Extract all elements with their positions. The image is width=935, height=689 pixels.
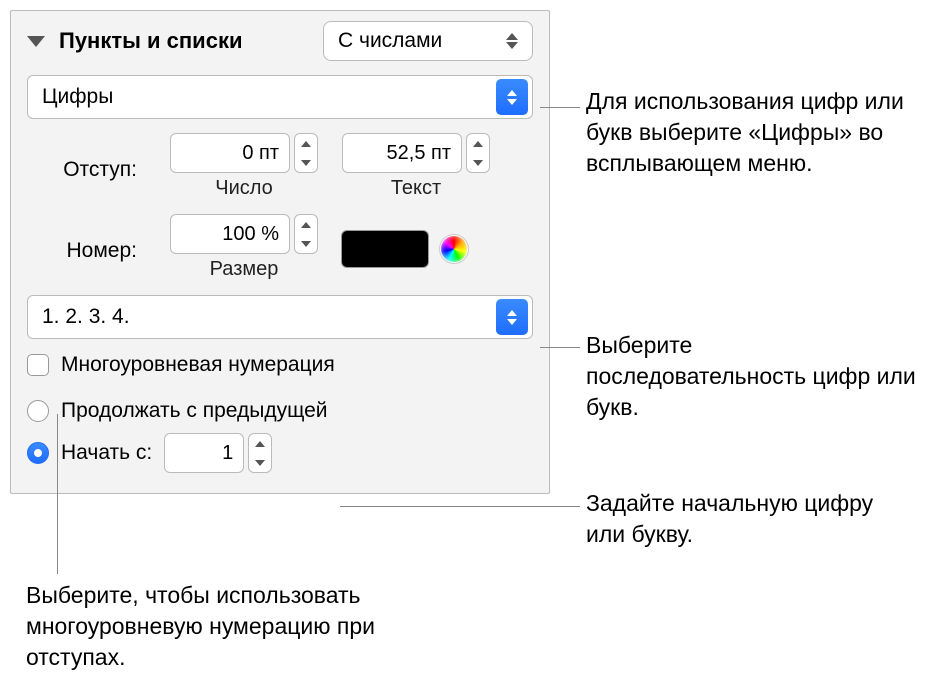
list-type-select[interactable]: С числами (323, 21, 533, 61)
dropdown-icon (496, 79, 528, 115)
number-format-select[interactable]: Цифры (27, 75, 533, 119)
indent-number-input[interactable] (170, 133, 290, 173)
callout-start: Задайте начальную цифру или букву. (586, 488, 916, 550)
collapse-icon[interactable] (27, 36, 45, 47)
number-size-caption: Размер (169, 258, 319, 281)
leader-line (540, 107, 580, 108)
callout-sequence: Выберите последовательность цифр или бук… (586, 330, 916, 423)
updown-icon (506, 33, 518, 49)
indent-label: Отступ: (27, 152, 147, 182)
color-swatch[interactable] (341, 230, 429, 268)
callout-tiered: Выберите, чтобы использовать многоуровне… (26, 580, 426, 673)
number-label: Номер: (27, 233, 147, 263)
indent-text-stepper[interactable] (466, 133, 490, 173)
color-wheel-icon[interactable] (439, 234, 469, 264)
callout-format: Для использования цифр или букв выберите… (586, 86, 916, 179)
indent-text-input[interactable] (342, 133, 462, 173)
continue-radio[interactable] (27, 400, 49, 422)
start-from-label: Начать с: (61, 441, 152, 465)
list-type-value: С числами (338, 29, 442, 53)
leader-line (340, 506, 580, 507)
number-size-stepper[interactable] (294, 214, 318, 254)
start-from-radio[interactable] (27, 442, 49, 464)
start-from-input[interactable] (164, 433, 244, 473)
continue-label: Продолжать с предыдущей (61, 399, 328, 423)
bullets-lists-panel: Пункты и списки С числами Цифры Отступ: … (10, 10, 550, 494)
tiered-checkbox[interactable] (27, 354, 49, 376)
indent-text-caption: Текст (341, 177, 491, 200)
section-title: Пункты и списки (59, 28, 313, 54)
sequence-value: 1. 2. 3. 4. (42, 305, 130, 329)
indent-number-caption: Число (169, 177, 319, 200)
number-format-value: Цифры (42, 85, 113, 109)
indent-number-stepper[interactable] (294, 133, 318, 173)
number-size-input[interactable] (170, 214, 290, 254)
leader-line (57, 414, 58, 574)
tiered-label: Многоуровневая нумерация (61, 353, 335, 377)
dropdown-icon (496, 299, 528, 335)
start-from-stepper[interactable] (248, 433, 272, 473)
leader-line (540, 347, 580, 348)
sequence-select[interactable]: 1. 2. 3. 4. (27, 295, 533, 339)
